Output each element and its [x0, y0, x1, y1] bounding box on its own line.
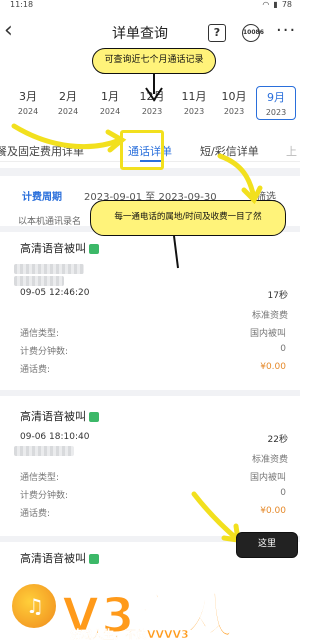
billed-minutes-row: 计费分钟数: 0 [20, 344, 286, 357]
call-datetime: 09-06 18:10:40 [20, 432, 90, 442]
call-icon [89, 412, 99, 422]
clock: 11:18 [10, 0, 34, 9]
annotation-note: 每一通电话的属地/时间及收费一目了然 [90, 200, 286, 236]
rate-plan: 标准资费 [251, 311, 288, 321]
battery-level: 78 [281, 0, 292, 9]
month-tab-nov-2023[interactable]: 11月 2023 [174, 88, 214, 116]
help-icon[interactable]: ? [208, 24, 226, 42]
month-tab-jan-2024[interactable]: 1月 2024 [90, 88, 130, 116]
month-tab-feb-2024[interactable]: 2月 2024 [48, 88, 88, 116]
annotation-note: 这里 [236, 532, 298, 558]
call-type-title: 高清语音被叫 [20, 240, 99, 256]
call-icon [89, 554, 99, 564]
screen: 11:18 ◠ ▮ 78 ‹ 详单查询 ? 10086 ··· 3月 2024 … [0, 0, 300, 644]
call-record[interactable]: 高清语音被叫 09-06 18:10:40 22秒 标准资费 通信类型: 国内被叫… [0, 390, 300, 538]
month-tab-mar-2024[interactable]: 3月 2024 [8, 88, 48, 116]
call-fee-row: 通话费: ¥0.00 [20, 362, 286, 375]
call-record[interactable]: 高清语音被叫 09-05 12:46:20 17秒 标准资费 通信类型: 国内被叫… [0, 226, 300, 376]
tab-more[interactable]: 上 [286, 143, 297, 159]
call-duration: 17秒 [267, 291, 288, 301]
back-icon[interactable]: ‹ [4, 20, 26, 44]
call-type-row: 通信类型: 国内被叫 [20, 473, 286, 483]
watermark: ♫ V3游戏 游戏人生，不负VVVV3 [0, 582, 300, 644]
call-icon [89, 244, 99, 254]
call-type-row: 通信类型: 国内被叫 [20, 329, 286, 339]
month-tab-sep-2023[interactable]: 9月 2023 [256, 86, 296, 120]
rate-plan: 标准资费 [251, 455, 288, 465]
signal-icon: ▮ [273, 0, 278, 9]
arrow-icon [173, 235, 179, 269]
arrow-icon [11, 123, 127, 153]
masked-number [14, 446, 74, 456]
arrow-icon [217, 153, 263, 204]
page-title: 详单查询 [112, 26, 168, 42]
period-label: 计费周期 [22, 192, 62, 203]
masked-number [14, 264, 84, 274]
annotation-note: 可查询近七个月通话记录 [92, 48, 216, 74]
arrow-icon [145, 74, 163, 102]
app-header: ‹ 详单查询 ? 10086 ··· [0, 14, 300, 52]
hotline-icon[interactable]: 10086 [242, 24, 264, 42]
call-datetime: 09-05 12:46:20 [20, 288, 90, 298]
more-icon[interactable]: ··· [276, 20, 296, 41]
watermark-slogan: 游戏人生，不负VVVV3 [70, 628, 189, 641]
wifi-icon: ◠ [262, 0, 270, 9]
call-duration: 22秒 [267, 435, 288, 445]
masked-number [14, 276, 64, 286]
status-bar: 11:18 ◠ ▮ 78 [0, 0, 300, 10]
music-note-icon: ♫ [26, 594, 44, 618]
month-tab-oct-2023[interactable]: 10月 2023 [214, 88, 254, 116]
call-type-title: 高清语音被叫 [20, 550, 99, 566]
call-type-title: 高清语音被叫 [20, 408, 99, 424]
logo: ♫ [10, 582, 58, 630]
